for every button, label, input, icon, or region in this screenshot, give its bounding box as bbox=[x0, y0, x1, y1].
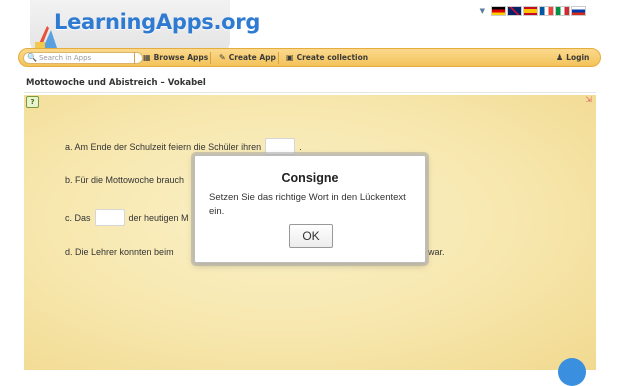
exercise-line-d-end: war. bbox=[428, 247, 445, 257]
instruction-dialog: Consigne Setzen Sie das richtige Wort in… bbox=[194, 155, 426, 263]
create-app-link[interactable]: ✎ Create App bbox=[219, 53, 276, 62]
line-text: . bbox=[299, 141, 302, 152]
nav-divider bbox=[210, 52, 211, 64]
login-label: Login bbox=[566, 53, 590, 62]
gap-input[interactable] bbox=[94, 209, 125, 226]
search-box[interactable]: 🔍 bbox=[23, 52, 143, 64]
caret-down-icon[interactable]: ▼ bbox=[480, 7, 485, 15]
browse-apps-link[interactable]: ▦ Browse Apps bbox=[143, 53, 208, 62]
create-app-label: Create App bbox=[228, 53, 276, 62]
search-input[interactable] bbox=[38, 54, 139, 62]
fr-flag-icon[interactable] bbox=[539, 6, 554, 16]
title-divider bbox=[24, 92, 596, 93]
fullscreen-icon[interactable]: ⇲ bbox=[585, 96, 592, 104]
dialog-title: Consigne bbox=[281, 171, 339, 185]
page-title: Mottowoche und Abistreich – Vokabel bbox=[26, 78, 206, 88]
exercise-line-a: a. Am Ende der Schulzeit feiern die Schü… bbox=[65, 138, 302, 155]
collection-icon: ▣ bbox=[286, 53, 294, 62]
de-flag-icon[interactable] bbox=[491, 6, 506, 16]
help-icon[interactable]: ? bbox=[26, 96, 39, 108]
exercise-line-b: b. Für die Mottowoche brauch bbox=[65, 175, 184, 185]
help-fab-button[interactable] bbox=[558, 358, 586, 386]
pencil-icon: ✎ bbox=[219, 53, 226, 62]
line-text: der heutigen M bbox=[128, 212, 189, 223]
language-selector[interactable]: ▼ bbox=[480, 6, 586, 16]
uk-flag-icon[interactable] bbox=[507, 6, 522, 16]
main-navbar: 🔍 ▦ Browse Apps ✎ Create App ▣ Create co… bbox=[18, 48, 601, 67]
exercise-line-c: c. Das der heutigen M bbox=[65, 209, 189, 226]
es-flag-icon[interactable] bbox=[523, 6, 538, 16]
logo-box[interactable]: LearningApps.org bbox=[30, 0, 260, 52]
ok-button[interactable]: OK bbox=[289, 224, 333, 248]
line-text: d. Die Lehrer konnten beim bbox=[65, 247, 174, 257]
ru-flag-icon[interactable] bbox=[571, 6, 586, 16]
browse-apps-label: Browse Apps bbox=[153, 53, 209, 62]
line-text: war. bbox=[428, 247, 445, 257]
user-icon: ♟ bbox=[556, 53, 564, 62]
search-icon: 🔍 bbox=[27, 53, 37, 62]
nav-divider bbox=[134, 52, 135, 64]
line-text: b. Für die Mottowoche brauch bbox=[65, 175, 185, 185]
create-collection-link[interactable]: ▣ Create collection bbox=[286, 53, 368, 62]
line-text: c. Das bbox=[65, 212, 91, 223]
it-flag-icon[interactable] bbox=[555, 6, 570, 16]
logo-text: LearningApps.org bbox=[54, 10, 261, 34]
create-collection-label: Create collection bbox=[296, 53, 369, 62]
gap-input[interactable] bbox=[265, 138, 296, 155]
login-link[interactable]: ♟ Login bbox=[556, 53, 589, 62]
dialog-text: Setzen Sie das richtige Wort in den Lück… bbox=[209, 192, 406, 217]
exercise-line-d: d. Die Lehrer konnten beim bbox=[65, 247, 174, 257]
grid-icon: ▦ bbox=[143, 53, 151, 62]
line-text: a. Am Ende der Schulzeit feiern die Schü… bbox=[65, 141, 262, 152]
nav-divider bbox=[278, 52, 279, 64]
